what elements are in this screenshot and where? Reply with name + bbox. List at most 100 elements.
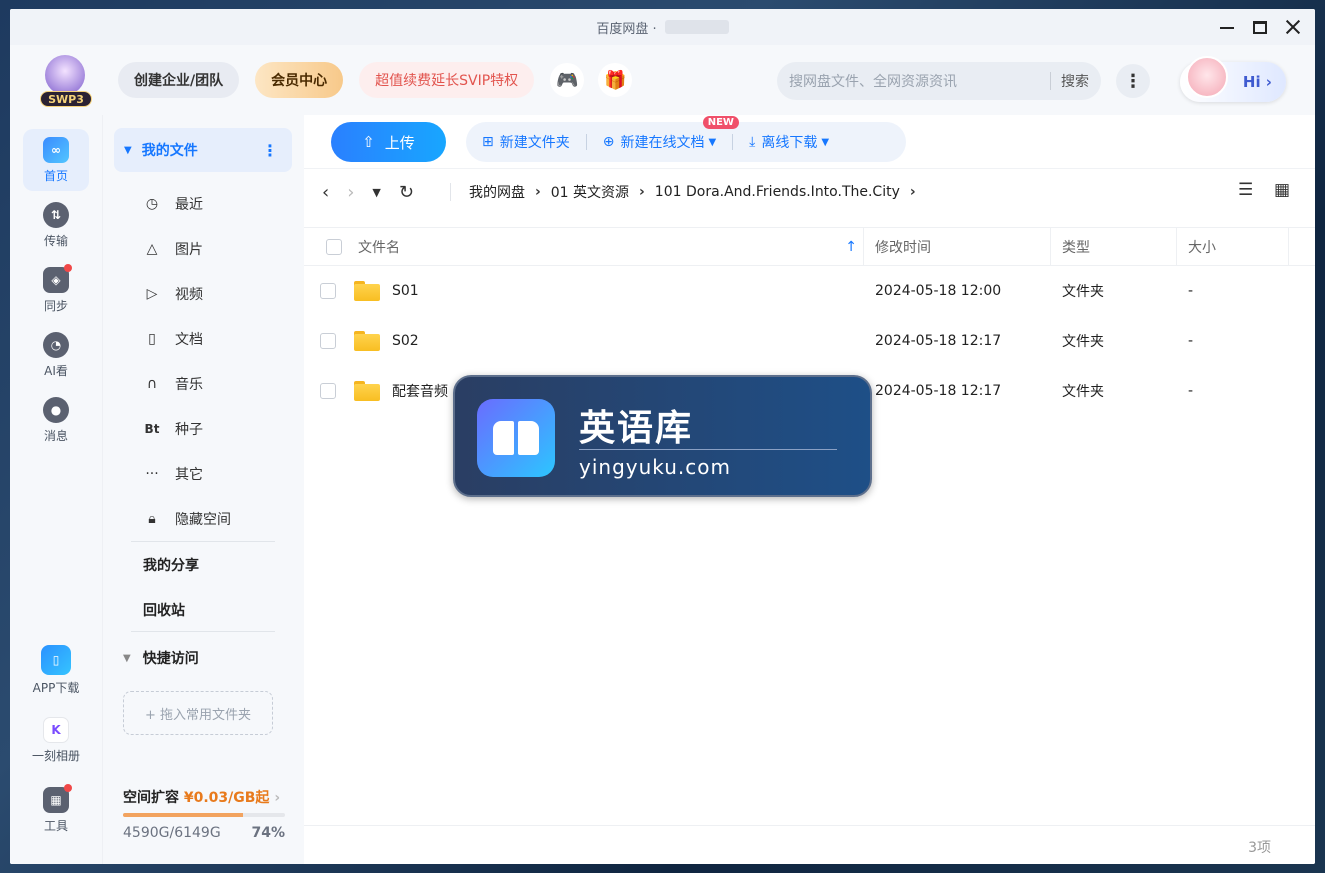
headphones-icon: ∩	[146, 376, 158, 392]
file-name[interactable]: S02	[392, 333, 419, 349]
grid-view-icon[interactable]: ▦	[1274, 180, 1290, 200]
sidebar-divider	[131, 541, 275, 542]
rail-item-label: AI看	[44, 363, 68, 378]
toolbar-divider-line	[304, 168, 1315, 169]
chevron-right-icon: ›	[534, 184, 541, 200]
left-rail: ∞ 首页 ⇅ 传输 ◈ 同步 ◔ AI看 ● 消息 ▯ APP下载 K 一刻相册…	[10, 115, 102, 864]
chevron-right-icon[interactable]: ›	[910, 184, 916, 200]
row-checkbox[interactable]	[320, 283, 336, 299]
svip-renew-button[interactable]: 超值续费延长SVIP特权	[359, 62, 535, 98]
doc-plus-icon: ⊕	[602, 134, 615, 150]
maximize-icon[interactable]	[1253, 21, 1267, 34]
caret-down-icon: ▼	[821, 136, 830, 148]
sidebar-item-recent[interactable]: ◷ 最近	[143, 189, 203, 219]
kebab-icon[interactable]: ⋮	[262, 141, 278, 160]
rail-item-label: 传输	[43, 233, 68, 248]
clock-icon: ◷	[145, 196, 159, 212]
file-name[interactable]: S01	[392, 283, 419, 299]
rail-item-label: 同步	[43, 298, 68, 313]
toolbar-group: ⊞ 新建文件夹 ⊕ 新建在线文档 ▼ NEW ⤓ 离线下载 ▼	[466, 116, 906, 162]
sidebar-item-torrents[interactable]: Bt 种子	[143, 414, 203, 444]
user-avatar[interactable]: SWP3	[40, 55, 92, 107]
minimize-icon[interactable]	[1219, 19, 1235, 35]
sidebar-item-label: 其它	[175, 467, 203, 483]
game-icon[interactable]: 🎮	[550, 63, 585, 97]
sidebar-item-videos[interactable]: ▷ 视频	[143, 279, 203, 309]
forward-icon[interactable]: ›	[347, 182, 354, 203]
rail-item-ai[interactable]: ◔ AI看	[23, 324, 89, 386]
file-modified: 2024-05-18 12:00	[875, 283, 1002, 299]
file-size: -	[1188, 383, 1194, 399]
chevron-right-icon: ›	[274, 790, 281, 806]
new-online-doc-button[interactable]: ⊕ 新建在线文档 ▼ NEW	[602, 116, 739, 152]
select-all-checkbox[interactable]	[326, 238, 342, 255]
breadcrumb-part[interactable]: 01 英文资源	[551, 182, 629, 202]
book-shape	[493, 421, 539, 455]
drop-folder-zone[interactable]: + 拖入常用文件夹	[123, 691, 273, 735]
storage-quota[interactable]: 空间扩容 ¥0.03/GB起 › 4590G/6149G 74%	[123, 787, 285, 841]
sidebar-item-recycle-bin[interactable]: 回收站	[143, 600, 185, 620]
sidebar-item-other[interactable]: ··· 其它	[143, 459, 203, 489]
sidebar-item-my-files[interactable]: ▼ 我的文件 ⋮	[114, 128, 292, 172]
sidebar-item-label: 视频	[175, 287, 203, 303]
row-checkbox[interactable]	[320, 383, 336, 399]
sidebar-item-my-share[interactable]: 我的分享	[143, 555, 199, 575]
sort-arrow-up-icon[interactable]: ↑	[845, 239, 857, 255]
header-name-column[interactable]: 文件名 ↑	[304, 228, 864, 265]
sidebar-item-images[interactable]: △ 图片	[143, 234, 203, 264]
caret-down-icon[interactable]: ▼	[124, 145, 132, 156]
rail-item-app-download[interactable]: ▯ APP下载	[23, 637, 89, 703]
back-icon[interactable]: ‹	[322, 182, 329, 203]
new-folder-button[interactable]: ⊞ 新建文件夹	[482, 132, 570, 152]
search-button[interactable]: 搜索	[1061, 71, 1089, 91]
file-name[interactable]: 配套音频	[392, 381, 448, 401]
new-badge: NEW	[702, 116, 739, 129]
table-row[interactable]: S01 2024-05-18 12:00 文件夹 -	[304, 266, 1315, 316]
create-team-button[interactable]: 创建企业/团队	[118, 62, 240, 98]
rail-item-label: 工具	[43, 818, 68, 833]
file-size: -	[1188, 333, 1194, 349]
gift-icon[interactable]: 🎁	[598, 63, 633, 97]
upload-button[interactable]: ⇧ 上传	[331, 122, 446, 162]
close-icon[interactable]	[1285, 19, 1301, 35]
sidebar-item-music[interactable]: ∩ 音乐	[143, 369, 203, 399]
rail-item-transfer[interactable]: ⇅ 传输	[23, 194, 89, 256]
rail-item-sync[interactable]: ◈ 同步	[23, 259, 89, 321]
search-divider	[1050, 72, 1051, 90]
header-type[interactable]: 类型	[1051, 228, 1177, 265]
sidebar-item-hidden-space[interactable]: 🔒︎ 隐藏空间	[143, 504, 231, 534]
breadcrumb-current[interactable]: 101 Dora.And.Friends.Into.The.City	[655, 184, 900, 200]
header-size[interactable]: 大小	[1177, 228, 1289, 265]
member-center-button[interactable]: 会员中心	[255, 62, 344, 98]
row-checkbox[interactable]	[320, 333, 336, 349]
quota-percent: 74%	[251, 825, 285, 841]
offline-download-button[interactable]: ⤓ 离线下载 ▼	[749, 132, 829, 152]
history-dropdown-icon[interactable]: ▼	[372, 186, 380, 199]
status-footer: 3项	[304, 825, 1315, 864]
quota-numbers: 4590G/6149G 74%	[123, 825, 285, 841]
toolbar-divider	[732, 134, 734, 150]
rail-item-messages[interactable]: ● 消息	[23, 389, 89, 451]
sidebar-item-label: 音乐	[175, 377, 203, 393]
more-menu-icon[interactable]: ⋮	[1116, 64, 1150, 98]
rail-item-home[interactable]: ∞ 首页	[23, 129, 89, 191]
header-modified[interactable]: 修改时间	[864, 228, 1051, 265]
rail-item-tools[interactable]: ▦ 工具	[23, 779, 89, 841]
notification-dot	[64, 783, 72, 792]
table-row[interactable]: S02 2024-05-18 12:17 文件夹 -	[304, 316, 1315, 366]
quota-bar	[123, 813, 285, 817]
title-bar: 百度网盘 ·	[10, 9, 1315, 45]
rail-item-label: APP下载	[32, 680, 80, 695]
search-input[interactable]: 搜网盘文件、全网资源资讯	[789, 71, 1040, 91]
refresh-icon[interactable]: ↻	[399, 182, 414, 203]
quota-used: 4590G/6149G	[123, 825, 221, 841]
sort-icon[interactable]: ☰	[1238, 180, 1253, 200]
breadcrumb-root[interactable]: 我的网盘	[469, 182, 525, 202]
header-name: 文件名	[358, 239, 400, 256]
watermark-divider	[579, 449, 837, 450]
sidebar-item-documents[interactable]: ▯ 文档	[143, 324, 203, 354]
quick-access-header[interactable]: ▼ 快捷访问	[123, 648, 199, 668]
assistant-hi-button[interactable]: Hi ›	[1180, 56, 1286, 102]
rail-item-moment-album[interactable]: K 一刻相册	[18, 709, 94, 771]
caret-down-icon[interactable]: ▼	[123, 653, 131, 664]
